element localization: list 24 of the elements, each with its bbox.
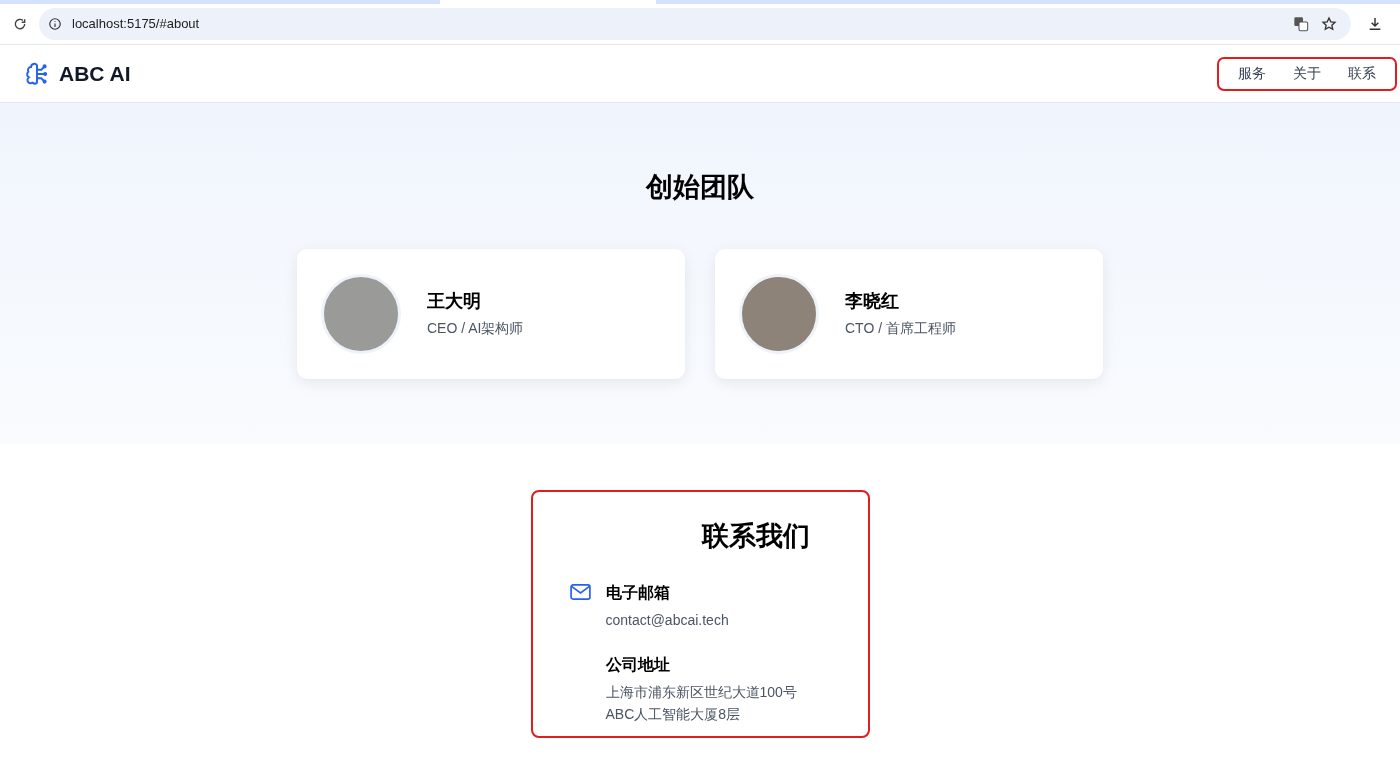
brain-circuit-icon (24, 60, 50, 87)
email-address: contact@abcai.tech (605, 610, 729, 630)
nav-link[interactable]: 关于 (1293, 63, 1321, 84)
address-line: 上海市浦东新区世纪大道100号 (605, 682, 797, 702)
info-icon[interactable] (48, 17, 62, 31)
member-name: 王大明 (427, 290, 482, 313)
mail-icon (569, 583, 591, 600)
url-text: localhost:5175/#about (72, 15, 200, 34)
reload-icon[interactable] (13, 17, 27, 31)
member-role: CTO / 首席工程师 (845, 319, 956, 338)
nav-link[interactable]: 服务 (1238, 63, 1267, 84)
contact-label: 公司地址 (605, 654, 671, 675)
contact-label: 电子邮箱 (605, 582, 671, 603)
address-bar[interactable]: localhost:5175/#about (39, 8, 1351, 40)
nav-link[interactable]: 联系 (1347, 63, 1376, 84)
brand-name: ABC AI (59, 60, 131, 87)
address-line: ABC人工智能大厦8层 (605, 704, 742, 724)
star-icon[interactable] (1321, 16, 1337, 32)
member-role: CEO / AI架构师 (427, 319, 524, 338)
translate-icon[interactable] (1293, 16, 1309, 32)
section-title: 联系我们 (700, 520, 811, 553)
download-icon[interactable] (1367, 16, 1383, 32)
member-name: 李晓红 (845, 290, 900, 313)
section-title: 创始团队 (646, 171, 754, 204)
